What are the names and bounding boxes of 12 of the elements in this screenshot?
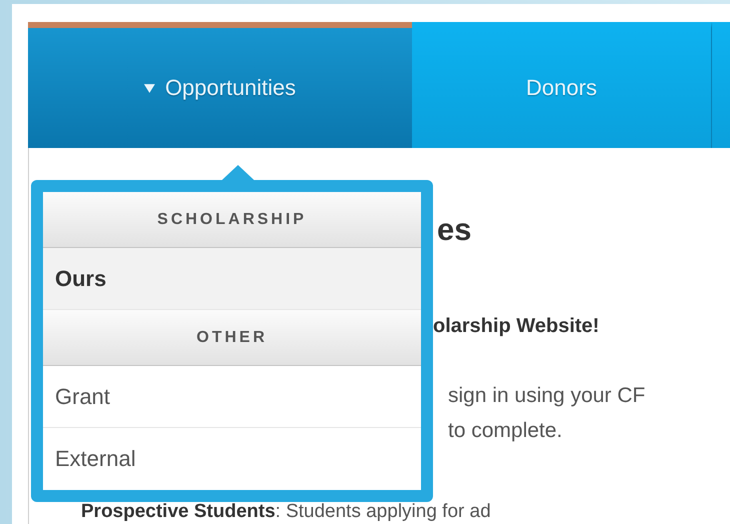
menu-item[interactable]: External [43,428,421,490]
body-text: to complete. [448,418,564,444]
menu-item[interactable]: Grant [43,366,421,428]
menu-section-header: OTHER [43,310,421,366]
caret-icon [144,82,156,94]
menu-section-header: SCHOLARSHIP [43,192,421,248]
welcome-heading: olarship Website! [433,314,600,338]
menu-item[interactable]: Ours [43,248,421,310]
body-text: Prospective Students: Students applying for ad [81,501,492,522]
page-heading: es [437,212,472,248]
body-text: sign in using your CF [448,383,646,409]
nav-tab[interactable]: Opportunities [28,22,412,148]
